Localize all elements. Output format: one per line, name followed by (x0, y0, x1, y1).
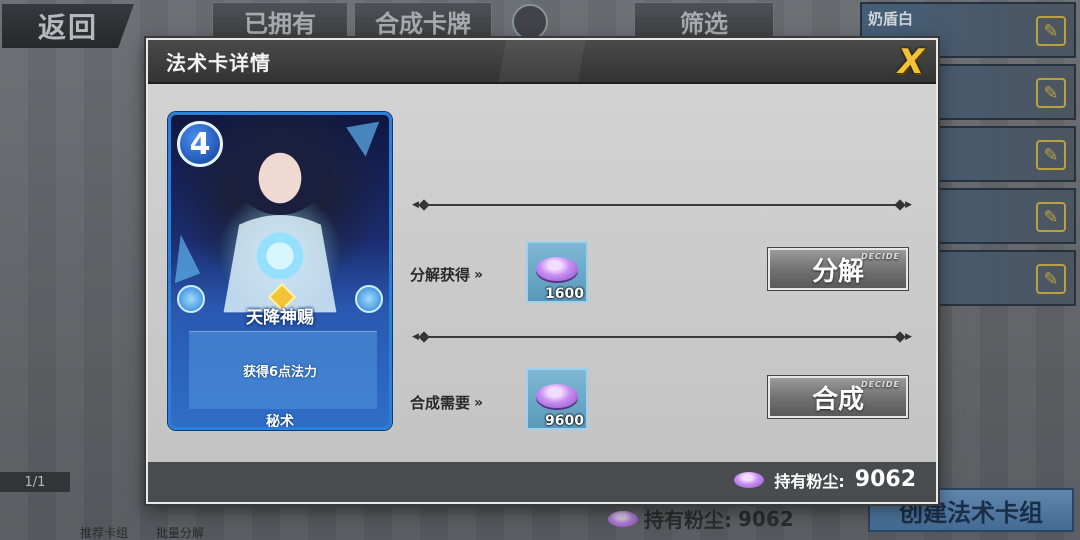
divider: ◀ ▶ (412, 331, 912, 343)
disenchant-button[interactable]: 分解 DECIDE (768, 248, 908, 290)
card-description: 获得6点法力 (242, 365, 318, 380)
double-arrow-icon: » (474, 266, 483, 283)
spell-card: 4 天降神赐 获得6点法力 秘术 (168, 112, 392, 430)
disenchant-amount: 1600 (545, 286, 584, 302)
craft-label: 合成需要 » (410, 394, 483, 412)
modal-title: 法术卡详情 (166, 51, 271, 75)
dust-value: 9062 (854, 467, 916, 492)
card-detail-modal: 法术卡详情 X 4 天降神赐 获得6点法力 秘术 ◀▶ 分解获得 » 1600 (146, 38, 938, 504)
card-name: 天降神赐 (246, 308, 314, 328)
craft-amount: 9600 (545, 413, 584, 429)
modal-header: 法术卡详情 X (148, 40, 936, 84)
dust-counter: 持有粉尘: 9062 (734, 467, 916, 492)
dust-icon (734, 471, 765, 488)
card-cost: 4 (177, 121, 223, 167)
craft-button[interactable]: 合成 DECIDE (768, 376, 908, 418)
dust-label: 持有粉尘: (774, 471, 845, 491)
card-type: 秘术 (266, 414, 294, 430)
craft-dust-slot: 9600 (526, 368, 588, 430)
disenchant-dust-slot: 1600 (526, 241, 588, 303)
disenchant-label: 分解获得 » (410, 266, 483, 284)
modal-footer: 持有粉尘: 9062 (148, 462, 936, 502)
dust-icon (536, 257, 578, 281)
dust-icon (536, 384, 578, 408)
divider: ◀ ▶ (412, 199, 912, 211)
double-arrow-icon: » (474, 394, 483, 411)
close-button[interactable]: X (894, 42, 928, 82)
button-tag: DECIDE (860, 252, 900, 261)
button-tag: DECIDE (860, 380, 900, 389)
